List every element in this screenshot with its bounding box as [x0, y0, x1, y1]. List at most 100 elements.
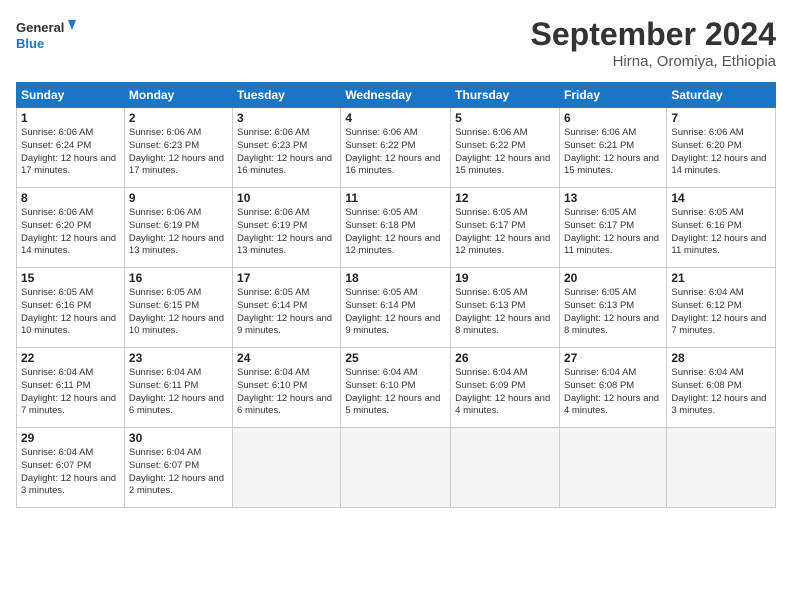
- calendar-day-cell: 4 Sunrise: 6:06 AM Sunset: 6:22 PM Dayli…: [341, 108, 451, 188]
- day-info: Sunrise: 6:04 AM Sunset: 6:11 PM Dayligh…: [129, 367, 228, 418]
- calendar-day-cell: 30 Sunrise: 6:04 AM Sunset: 6:07 PM Dayl…: [124, 428, 232, 508]
- calendar-day-cell: 1 Sunrise: 6:06 AM Sunset: 6:24 PM Dayli…: [17, 108, 125, 188]
- calendar-day-cell: 7 Sunrise: 6:06 AM Sunset: 6:20 PM Dayli…: [667, 108, 776, 188]
- day-number: 2: [129, 111, 228, 125]
- calendar-day-cell: 17 Sunrise: 6:05 AM Sunset: 6:14 PM Dayl…: [233, 268, 341, 348]
- day-info: Sunrise: 6:04 AM Sunset: 6:10 PM Dayligh…: [237, 367, 336, 418]
- day-number: 8: [21, 191, 120, 205]
- calendar-day-cell: [451, 428, 560, 508]
- day-number: 1: [21, 111, 120, 125]
- day-info: Sunrise: 6:05 AM Sunset: 6:16 PM Dayligh…: [21, 287, 120, 338]
- calendar-day-cell: 24 Sunrise: 6:04 AM Sunset: 6:10 PM Dayl…: [233, 348, 341, 428]
- day-info: Sunrise: 6:05 AM Sunset: 6:13 PM Dayligh…: [455, 287, 555, 338]
- calendar-week-row: 8 Sunrise: 6:06 AM Sunset: 6:20 PM Dayli…: [17, 188, 776, 268]
- day-number: 10: [237, 191, 336, 205]
- day-number: 28: [671, 351, 771, 365]
- calendar-header-row: Sunday Monday Tuesday Wednesday Thursday…: [17, 83, 776, 108]
- day-info: Sunrise: 6:05 AM Sunset: 6:17 PM Dayligh…: [455, 207, 555, 258]
- main-container: General Blue September 2024 Hirna, Oromi…: [0, 0, 792, 516]
- calendar-week-row: 22 Sunrise: 6:04 AM Sunset: 6:11 PM Dayl…: [17, 348, 776, 428]
- day-number: 24: [237, 351, 336, 365]
- day-info: Sunrise: 6:04 AM Sunset: 6:09 PM Dayligh…: [455, 367, 555, 418]
- day-number: 22: [21, 351, 120, 365]
- day-info: Sunrise: 6:05 AM Sunset: 6:13 PM Dayligh…: [564, 287, 662, 338]
- day-info: Sunrise: 6:06 AM Sunset: 6:23 PM Dayligh…: [129, 127, 228, 178]
- logo: General Blue: [16, 16, 76, 56]
- day-number: 21: [671, 271, 771, 285]
- day-number: 6: [564, 111, 662, 125]
- day-number: 18: [345, 271, 446, 285]
- day-info: Sunrise: 6:04 AM Sunset: 6:11 PM Dayligh…: [21, 367, 120, 418]
- calendar-day-cell: 10 Sunrise: 6:06 AM Sunset: 6:19 PM Dayl…: [233, 188, 341, 268]
- day-info: Sunrise: 6:04 AM Sunset: 6:10 PM Dayligh…: [345, 367, 446, 418]
- calendar-day-cell: 12 Sunrise: 6:05 AM Sunset: 6:17 PM Dayl…: [451, 188, 560, 268]
- calendar-week-row: 1 Sunrise: 6:06 AM Sunset: 6:24 PM Dayli…: [17, 108, 776, 188]
- month-title: September 2024: [531, 16, 776, 53]
- day-number: 26: [455, 351, 555, 365]
- day-info: Sunrise: 6:06 AM Sunset: 6:23 PM Dayligh…: [237, 127, 336, 178]
- calendar-day-cell: 20 Sunrise: 6:05 AM Sunset: 6:13 PM Dayl…: [559, 268, 666, 348]
- calendar-day-cell: 18 Sunrise: 6:05 AM Sunset: 6:14 PM Dayl…: [341, 268, 451, 348]
- day-info: Sunrise: 6:05 AM Sunset: 6:17 PM Dayligh…: [564, 207, 662, 258]
- day-info: Sunrise: 6:04 AM Sunset: 6:07 PM Dayligh…: [21, 447, 120, 498]
- day-info: Sunrise: 6:04 AM Sunset: 6:08 PM Dayligh…: [564, 367, 662, 418]
- calendar-day-cell: 6 Sunrise: 6:06 AM Sunset: 6:21 PM Dayli…: [559, 108, 666, 188]
- calendar-day-cell: 14 Sunrise: 6:05 AM Sunset: 6:16 PM Dayl…: [667, 188, 776, 268]
- day-info: Sunrise: 6:06 AM Sunset: 6:19 PM Dayligh…: [237, 207, 336, 258]
- day-number: 11: [345, 191, 446, 205]
- day-info: Sunrise: 6:05 AM Sunset: 6:15 PM Dayligh…: [129, 287, 228, 338]
- day-info: Sunrise: 6:06 AM Sunset: 6:19 PM Dayligh…: [129, 207, 228, 258]
- header: General Blue September 2024 Hirna, Oromi…: [16, 16, 776, 70]
- calendar-day-cell: 19 Sunrise: 6:05 AM Sunset: 6:13 PM Dayl…: [451, 268, 560, 348]
- calendar-day-cell: 5 Sunrise: 6:06 AM Sunset: 6:22 PM Dayli…: [451, 108, 560, 188]
- calendar-day-cell: 16 Sunrise: 6:05 AM Sunset: 6:15 PM Dayl…: [124, 268, 232, 348]
- col-wednesday: Wednesday: [341, 83, 451, 108]
- day-info: Sunrise: 6:05 AM Sunset: 6:16 PM Dayligh…: [671, 207, 771, 258]
- svg-text:General: General: [16, 20, 64, 35]
- day-number: 17: [237, 271, 336, 285]
- calendar-day-cell: [341, 428, 451, 508]
- calendar-day-cell: 28 Sunrise: 6:04 AM Sunset: 6:08 PM Dayl…: [667, 348, 776, 428]
- day-info: Sunrise: 6:06 AM Sunset: 6:22 PM Dayligh…: [345, 127, 446, 178]
- day-number: 23: [129, 351, 228, 365]
- day-number: 25: [345, 351, 446, 365]
- calendar-day-cell: 25 Sunrise: 6:04 AM Sunset: 6:10 PM Dayl…: [341, 348, 451, 428]
- col-sunday: Sunday: [17, 83, 125, 108]
- calendar-table: Sunday Monday Tuesday Wednesday Thursday…: [16, 82, 776, 508]
- calendar-day-cell: [667, 428, 776, 508]
- calendar-day-cell: 11 Sunrise: 6:05 AM Sunset: 6:18 PM Dayl…: [341, 188, 451, 268]
- location-subtitle: Hirna, Oromiya, Ethiopia: [531, 53, 776, 70]
- day-number: 27: [564, 351, 662, 365]
- day-number: 19: [455, 271, 555, 285]
- calendar-day-cell: [559, 428, 666, 508]
- day-info: Sunrise: 6:04 AM Sunset: 6:08 PM Dayligh…: [671, 367, 771, 418]
- calendar-week-row: 29 Sunrise: 6:04 AM Sunset: 6:07 PM Dayl…: [17, 428, 776, 508]
- col-friday: Friday: [559, 83, 666, 108]
- day-info: Sunrise: 6:06 AM Sunset: 6:20 PM Dayligh…: [21, 207, 120, 258]
- calendar-day-cell: 13 Sunrise: 6:05 AM Sunset: 6:17 PM Dayl…: [559, 188, 666, 268]
- day-number: 30: [129, 431, 228, 445]
- day-number: 16: [129, 271, 228, 285]
- day-info: Sunrise: 6:05 AM Sunset: 6:14 PM Dayligh…: [237, 287, 336, 338]
- calendar-day-cell: 8 Sunrise: 6:06 AM Sunset: 6:20 PM Dayli…: [17, 188, 125, 268]
- day-number: 7: [671, 111, 771, 125]
- calendar-day-cell: 27 Sunrise: 6:04 AM Sunset: 6:08 PM Dayl…: [559, 348, 666, 428]
- calendar-day-cell: [233, 428, 341, 508]
- calendar-day-cell: 26 Sunrise: 6:04 AM Sunset: 6:09 PM Dayl…: [451, 348, 560, 428]
- day-info: Sunrise: 6:06 AM Sunset: 6:21 PM Dayligh…: [564, 127, 662, 178]
- col-saturday: Saturday: [667, 83, 776, 108]
- day-info: Sunrise: 6:06 AM Sunset: 6:22 PM Dayligh…: [455, 127, 555, 178]
- day-number: 15: [21, 271, 120, 285]
- calendar-day-cell: 21 Sunrise: 6:04 AM Sunset: 6:12 PM Dayl…: [667, 268, 776, 348]
- logo-svg: General Blue: [16, 16, 76, 56]
- calendar-day-cell: 15 Sunrise: 6:05 AM Sunset: 6:16 PM Dayl…: [17, 268, 125, 348]
- day-number: 3: [237, 111, 336, 125]
- day-info: Sunrise: 6:06 AM Sunset: 6:20 PM Dayligh…: [671, 127, 771, 178]
- day-number: 4: [345, 111, 446, 125]
- calendar-day-cell: 22 Sunrise: 6:04 AM Sunset: 6:11 PM Dayl…: [17, 348, 125, 428]
- calendar-day-cell: 23 Sunrise: 6:04 AM Sunset: 6:11 PM Dayl…: [124, 348, 232, 428]
- day-number: 29: [21, 431, 120, 445]
- day-number: 5: [455, 111, 555, 125]
- day-info: Sunrise: 6:06 AM Sunset: 6:24 PM Dayligh…: [21, 127, 120, 178]
- day-info: Sunrise: 6:05 AM Sunset: 6:18 PM Dayligh…: [345, 207, 446, 258]
